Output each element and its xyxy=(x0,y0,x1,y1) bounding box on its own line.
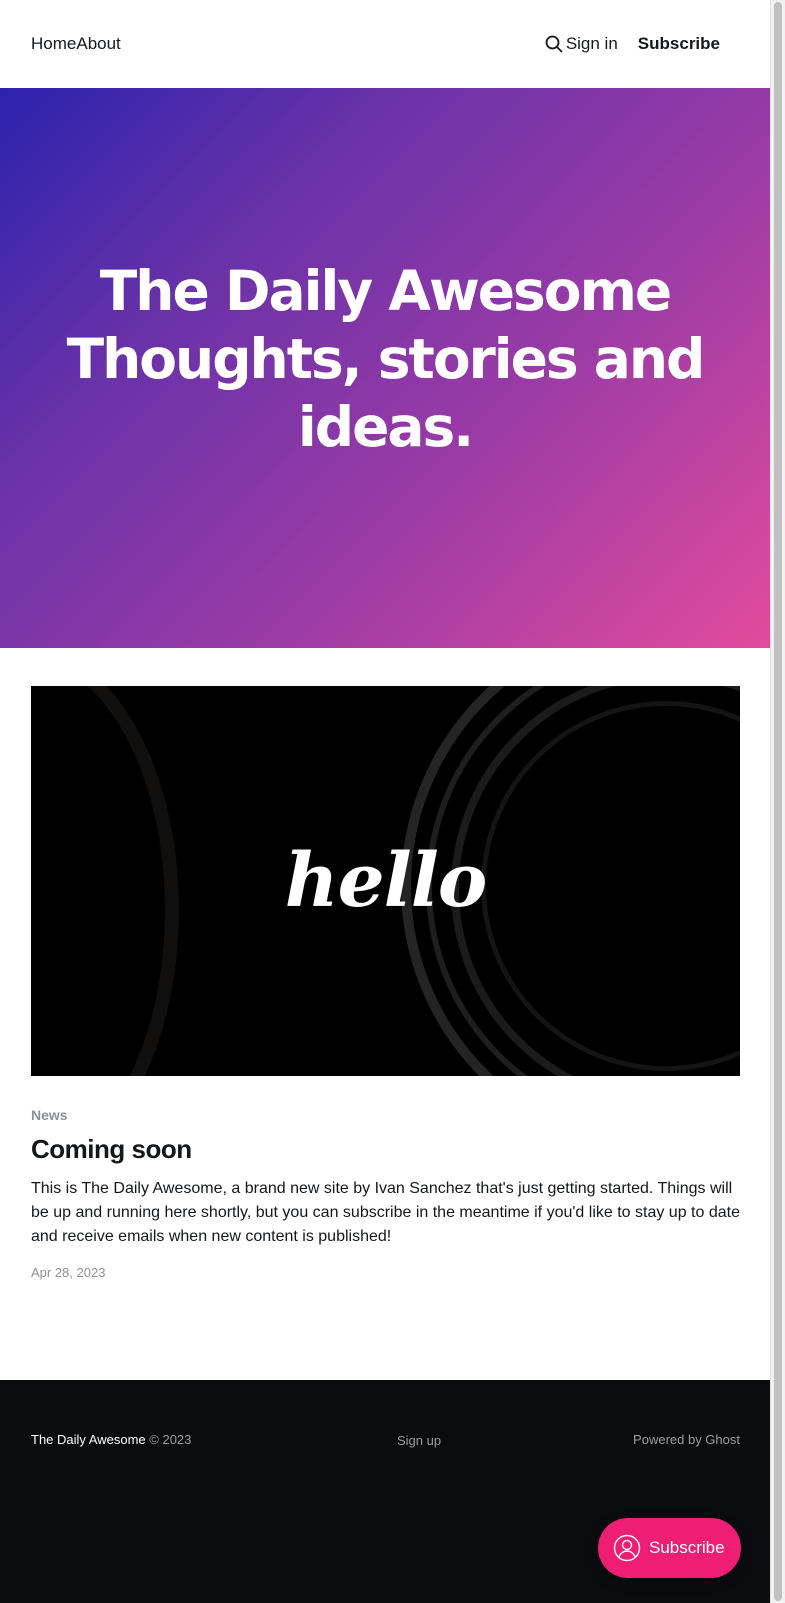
post-feature-image[interactable]: hello xyxy=(31,686,740,1076)
post-title[interactable]: Coming soon xyxy=(31,1132,192,1166)
page: Home About Sign in Subscribe The Daily A… xyxy=(0,0,770,1603)
footer-site-name[interactable]: The Daily Awesome xyxy=(31,1432,146,1447)
post-image-text: hello xyxy=(284,838,487,924)
subscribe-link[interactable]: Subscribe xyxy=(638,33,720,55)
footer-copyright: The Daily Awesome © 2023 xyxy=(31,1431,191,1449)
main-nav: Home About xyxy=(31,33,121,55)
hero-title: The Daily Awesome Thoughts, stories and … xyxy=(66,259,706,459)
signin-label[interactable]: Sign in xyxy=(566,33,618,55)
footer-powered-by[interactable]: Powered by Ghost xyxy=(633,1431,740,1449)
post-excerpt[interactable]: This is The Daily Awesome, a brand new s… xyxy=(31,1177,743,1249)
portal-subscribe-label[interactable]: Subscribe xyxy=(649,1537,725,1559)
signin-button[interactable]: Sign in xyxy=(545,33,618,55)
hero-banner: The Daily Awesome Thoughts, stories and … xyxy=(0,88,770,648)
post-date: Apr 28, 2023 xyxy=(31,1265,106,1280)
header-actions: Sign in Subscribe xyxy=(545,33,720,55)
site-header: Home About Sign in Subscribe xyxy=(0,0,770,88)
footer-signup-link[interactable]: Sign up xyxy=(397,1432,441,1450)
nav-item-home[interactable]: Home xyxy=(31,33,76,55)
nav-item-about[interactable]: About xyxy=(76,33,120,55)
search-icon[interactable] xyxy=(545,35,563,53)
post-tag[interactable]: News xyxy=(31,1106,68,1124)
portal-subscribe-button[interactable]: Subscribe xyxy=(598,1518,741,1578)
scrollbar[interactable] xyxy=(770,0,785,1603)
scrollbar-thumb[interactable] xyxy=(774,2,782,1601)
user-icon xyxy=(613,1534,641,1562)
footer-copyright-year: © 2023 xyxy=(149,1432,192,1447)
